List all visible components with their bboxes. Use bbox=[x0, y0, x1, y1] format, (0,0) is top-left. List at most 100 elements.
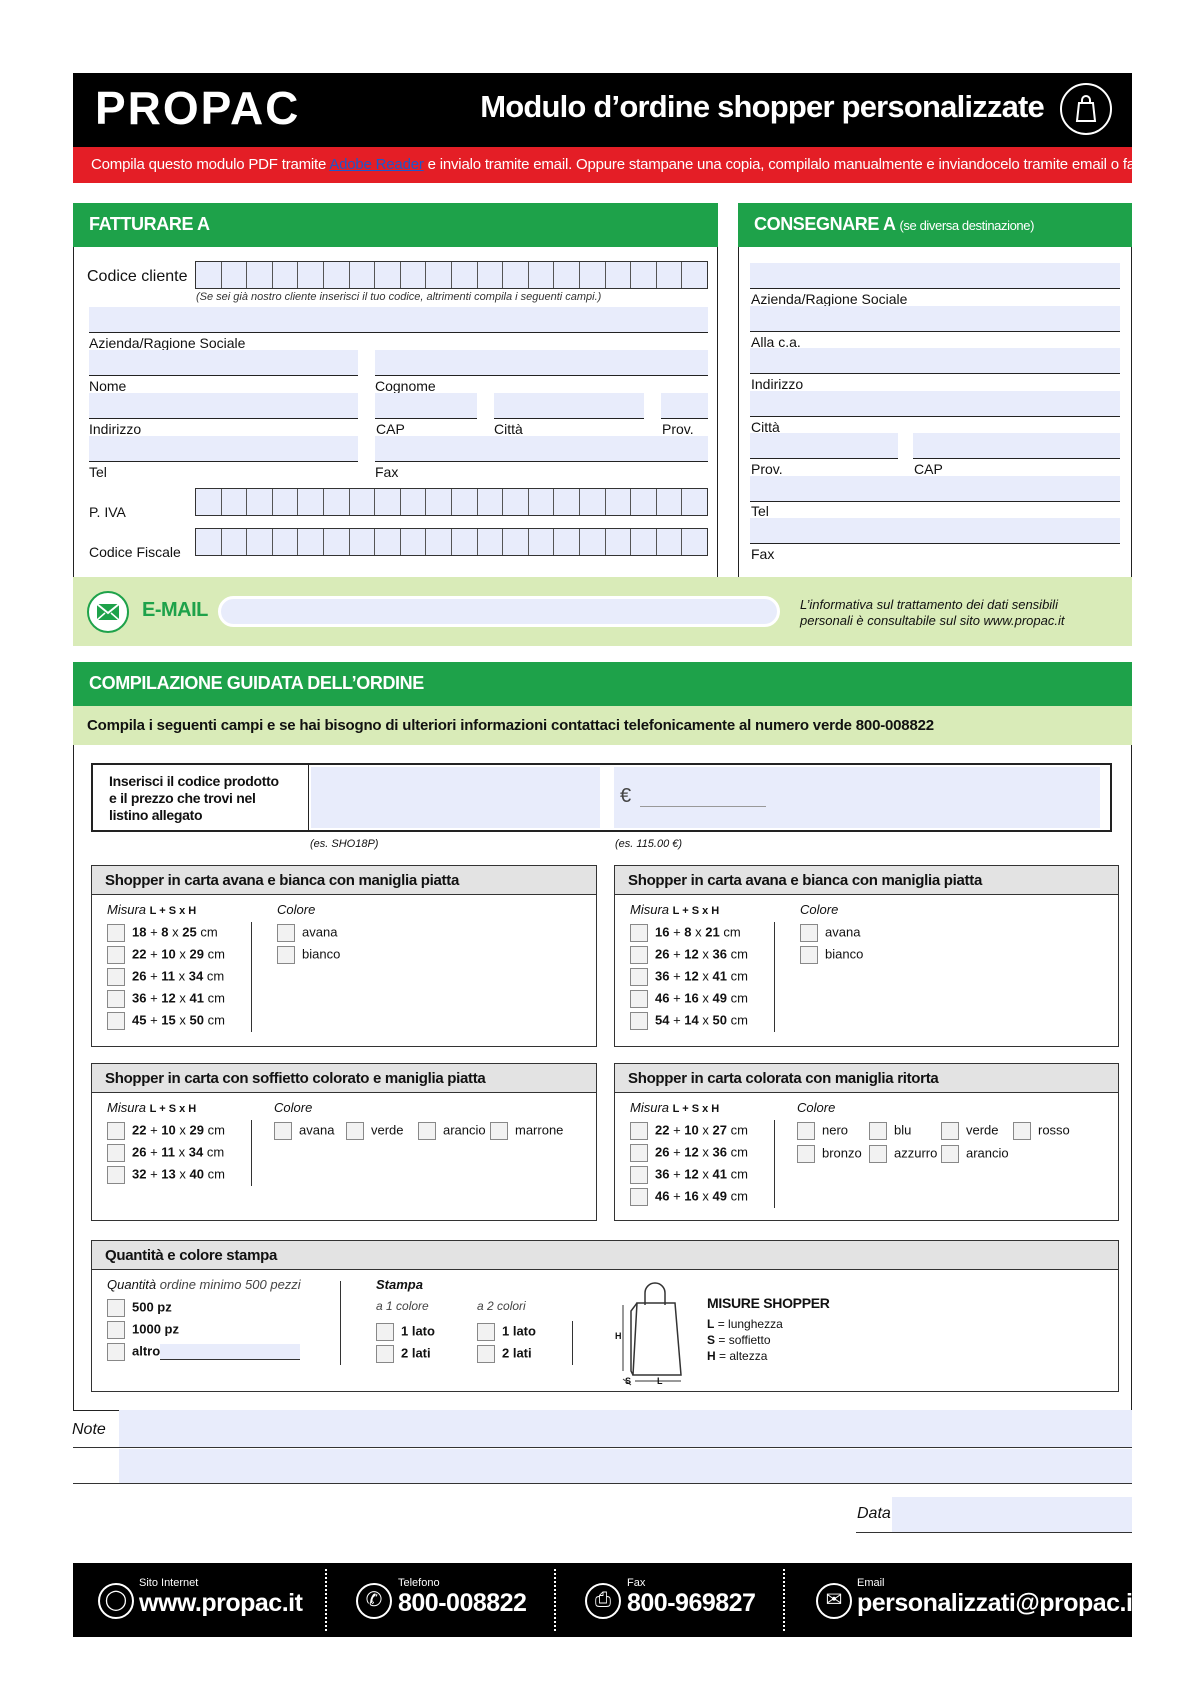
checkbox[interactable] bbox=[1013, 1122, 1031, 1140]
checkbox[interactable] bbox=[477, 1345, 495, 1363]
checkbox[interactable] bbox=[797, 1122, 815, 1140]
checkbox[interactable] bbox=[869, 1122, 887, 1140]
vat-input[interactable] bbox=[195, 488, 708, 516]
checkbox[interactable] bbox=[107, 1122, 125, 1140]
qty-option-500[interactable]: 500 pz bbox=[107, 1299, 172, 1317]
prov-field[interactable] bbox=[661, 393, 708, 419]
ship-attention-field[interactable] bbox=[750, 306, 1120, 332]
qty-other-field[interactable] bbox=[160, 1344, 301, 1360]
size-option[interactable]: 22 + 10 x 27 cm bbox=[630, 1122, 748, 1140]
fax-field[interactable] bbox=[375, 436, 708, 462]
ship-cap-field[interactable] bbox=[913, 433, 1120, 459]
product-code-input[interactable] bbox=[311, 767, 600, 828]
checkbox[interactable] bbox=[107, 1144, 125, 1162]
size-option[interactable]: 18 + 8 x 25 cm bbox=[107, 924, 218, 942]
checkbox[interactable] bbox=[107, 1343, 125, 1361]
date-field[interactable] bbox=[892, 1497, 1132, 1532]
color-option[interactable]: bronzo bbox=[797, 1145, 862, 1163]
checkbox[interactable] bbox=[800, 946, 818, 964]
size-option[interactable]: 22 + 10 x 29 cm bbox=[107, 946, 225, 964]
notes-field-2[interactable] bbox=[119, 1449, 1132, 1483]
notes-field-1[interactable] bbox=[119, 1410, 1132, 1447]
size-option[interactable]: 45 + 15 x 50 cm bbox=[107, 1012, 225, 1030]
one-color-two-sides[interactable]: 2 lati bbox=[376, 1345, 431, 1363]
checkbox[interactable] bbox=[376, 1323, 394, 1341]
email-input[interactable] bbox=[218, 596, 780, 627]
color-option[interactable]: nero bbox=[797, 1122, 848, 1140]
ship-address-field[interactable] bbox=[750, 348, 1120, 374]
checkbox[interactable] bbox=[418, 1122, 436, 1140]
checkbox[interactable] bbox=[107, 1166, 125, 1184]
checkbox[interactable] bbox=[630, 1012, 648, 1030]
checkbox[interactable] bbox=[277, 924, 295, 942]
company-field[interactable] bbox=[89, 307, 708, 333]
checkbox[interactable] bbox=[477, 1323, 495, 1341]
checkbox[interactable] bbox=[107, 968, 125, 986]
ship-city-field[interactable] bbox=[750, 391, 1120, 417]
address-field[interactable] bbox=[89, 393, 358, 419]
checkbox[interactable] bbox=[630, 946, 648, 964]
color-option[interactable]: arancio bbox=[418, 1122, 486, 1140]
color-option[interactable]: marrone bbox=[490, 1122, 563, 1140]
checkbox[interactable] bbox=[107, 1012, 125, 1030]
size-option[interactable]: 32 + 13 x 40 cm bbox=[107, 1166, 225, 1184]
checkbox[interactable] bbox=[490, 1122, 508, 1140]
size-option[interactable]: 22 + 10 x 29 cm bbox=[107, 1122, 225, 1140]
checkbox[interactable] bbox=[346, 1122, 364, 1140]
checkbox[interactable] bbox=[941, 1122, 959, 1140]
size-option[interactable]: 26 + 12 x 36 cm bbox=[630, 1144, 748, 1162]
checkbox[interactable] bbox=[941, 1145, 959, 1163]
color-option[interactable]: arancio bbox=[941, 1145, 1009, 1163]
checkbox[interactable] bbox=[630, 990, 648, 1008]
checkbox[interactable] bbox=[107, 924, 125, 942]
ship-prov-field[interactable] bbox=[750, 433, 898, 459]
size-option[interactable]: 36 + 12 x 41 cm bbox=[107, 990, 225, 1008]
size-option[interactable]: 54 + 14 x 50 cm bbox=[630, 1012, 748, 1030]
size-option[interactable]: 26 + 11 x 34 cm bbox=[107, 1144, 224, 1162]
city-field[interactable] bbox=[494, 393, 644, 419]
checkbox[interactable] bbox=[107, 990, 125, 1008]
color-option[interactable]: azzurro bbox=[869, 1145, 937, 1163]
color-option[interactable]: avana bbox=[277, 924, 337, 942]
surname-field[interactable] bbox=[375, 350, 708, 376]
ship-fax-field[interactable] bbox=[750, 518, 1120, 544]
checkbox[interactable] bbox=[376, 1345, 394, 1363]
checkbox[interactable] bbox=[107, 1299, 125, 1317]
checkbox[interactable] bbox=[107, 946, 125, 964]
price-input[interactable]: € bbox=[614, 767, 1100, 828]
checkbox[interactable] bbox=[274, 1122, 292, 1140]
cap-field[interactable] bbox=[375, 393, 477, 419]
size-option[interactable]: 46 + 16 x 49 cm bbox=[630, 1188, 748, 1206]
customer-code-input[interactable] bbox=[195, 261, 708, 289]
color-option[interactable]: verde bbox=[941, 1122, 999, 1140]
checkbox[interactable] bbox=[277, 946, 295, 964]
ship-company-field[interactable] bbox=[750, 263, 1120, 289]
checkbox[interactable] bbox=[869, 1145, 887, 1163]
color-option[interactable]: bianco bbox=[800, 946, 863, 964]
color-option[interactable]: blu bbox=[869, 1122, 911, 1140]
checkbox[interactable] bbox=[630, 1188, 648, 1206]
two-colors-two-sides[interactable]: 2 lati bbox=[477, 1345, 532, 1363]
color-option[interactable]: avana bbox=[800, 924, 860, 942]
size-option[interactable]: 16 + 8 x 21 cm bbox=[630, 924, 741, 942]
ship-tel-field[interactable] bbox=[750, 476, 1120, 502]
checkbox[interactable] bbox=[630, 1122, 648, 1140]
footer-website-link[interactable]: www.propac.it bbox=[139, 1589, 303, 1618]
size-option[interactable]: 36 + 12 x 41 cm bbox=[630, 1166, 748, 1184]
two-colors-one-side[interactable]: 1 lato bbox=[477, 1323, 536, 1341]
checkbox[interactable] bbox=[630, 968, 648, 986]
checkbox[interactable] bbox=[630, 1166, 648, 1184]
checkbox[interactable] bbox=[797, 1145, 815, 1163]
checkbox[interactable] bbox=[800, 924, 818, 942]
qty-option-1000[interactable]: 1000 pz bbox=[107, 1321, 179, 1339]
footer-email-address[interactable]: personalizzati@propac.it bbox=[857, 1589, 1141, 1618]
checkbox[interactable] bbox=[630, 924, 648, 942]
checkbox[interactable] bbox=[630, 1144, 648, 1162]
color-option[interactable]: avana bbox=[274, 1122, 334, 1140]
footer-phone-number[interactable]: 800-008822 bbox=[398, 1589, 527, 1618]
size-option[interactable]: 26 + 12 x 36 cm bbox=[630, 946, 748, 964]
color-option[interactable]: bianco bbox=[277, 946, 340, 964]
footer-fax-number[interactable]: 800-969827 bbox=[627, 1589, 756, 1618]
size-option[interactable]: 36 + 12 x 41 cm bbox=[630, 968, 748, 986]
tel-field[interactable] bbox=[89, 436, 358, 462]
